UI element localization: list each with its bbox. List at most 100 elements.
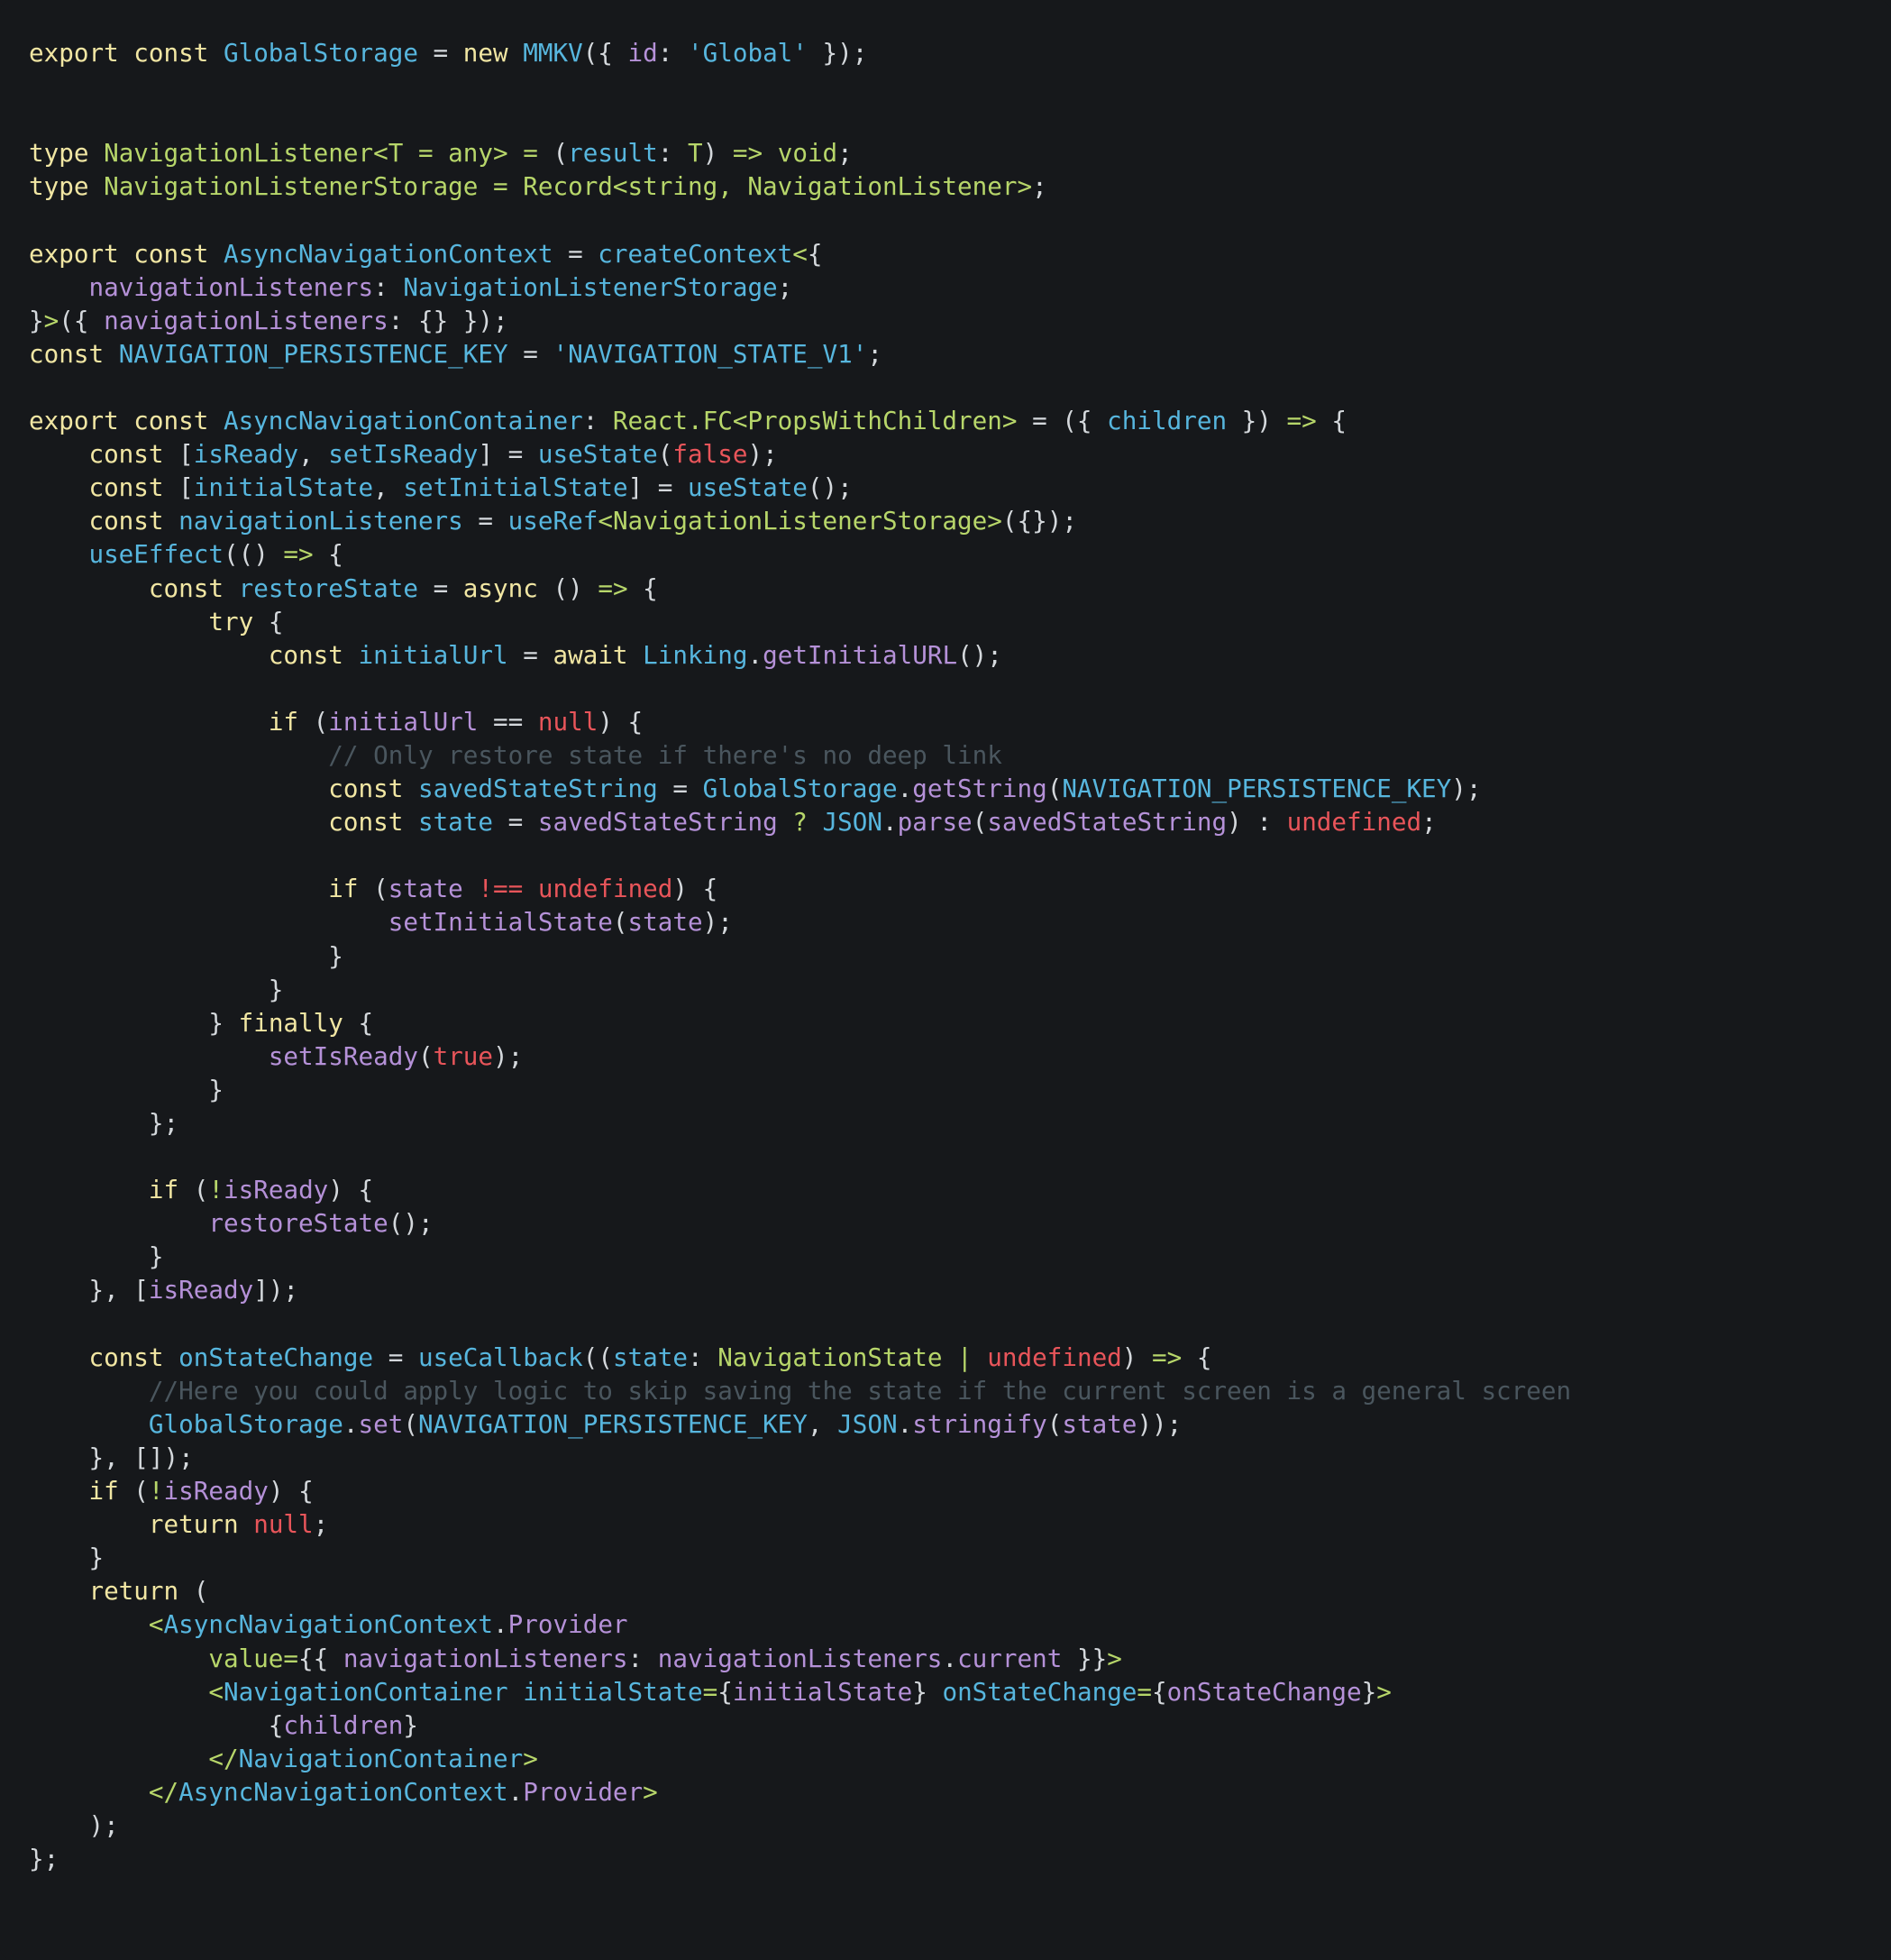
code-line: //Here you could apply logic to skip sav… <box>29 1374 1868 1407</box>
code-token: > <box>43 305 59 335</box>
code-block[interactable]: export const GlobalStorage = new MMKV({ … <box>29 36 1868 1875</box>
code-token: if <box>88 1476 134 1507</box>
code-token: Provider <box>523 1776 644 1807</box>
code-token: ! <box>208 1175 224 1205</box>
code-token: ; <box>313 1509 329 1540</box>
code-token: GlobalStorage <box>702 774 898 804</box>
code-token: (( <box>582 1342 613 1372</box>
code-token: NAVIGATION_PERSISTENCE_KEY <box>1062 774 1452 804</box>
code-line: <NavigationContainer initialState={initi… <box>29 1675 1868 1708</box>
code-token: </ <box>208 1743 239 1773</box>
code-token: useRef <box>507 506 598 536</box>
code-token: id <box>627 38 658 68</box>
code-token: = ({ <box>1017 406 1108 436</box>
code-line: value={{ navigationListeners: navigation… <box>29 1642 1868 1675</box>
code-token: if <box>148 1175 194 1205</box>
code-token: AsyncNavigationContext <box>178 1776 508 1807</box>
code-line: }>({ navigationListeners: {} }); <box>29 304 1868 337</box>
code-token: savedStateString <box>417 774 658 804</box>
code-token: 'NAVIGATION_STATE_V1' <box>553 338 868 369</box>
code-token: } <box>912 1676 943 1707</box>
code-token: ? <box>777 807 823 838</box>
code-token: => <box>598 572 628 603</box>
code-token: (() <box>223 539 284 570</box>
code-token: : <box>657 38 688 68</box>
code-editor[interactable]: export const GlobalStorage = new MMKV({ … <box>0 0 1891 1960</box>
code-token: ( <box>1046 774 1063 804</box>
code-token: : <box>373 271 404 302</box>
code-token: ( <box>972 807 988 838</box>
code-token: Linking <box>643 639 748 670</box>
code-token: } <box>29 1007 239 1038</box>
code-token: ( <box>193 1175 209 1205</box>
code-token: parse <box>897 807 973 838</box>
code-token: initialState <box>732 1676 913 1707</box>
code-token: AsyncNavigationContainer <box>223 406 583 436</box>
code-token: }, []); <box>29 1442 194 1472</box>
code-token: return <box>88 1576 194 1607</box>
code-token: < <box>208 1676 224 1707</box>
code-line: const savedStateString = GlobalStorage.g… <box>29 772 1868 805</box>
code-token: { <box>807 238 823 269</box>
code-token: if <box>328 874 374 904</box>
code-token: ); <box>493 1040 524 1071</box>
code-token: ( <box>313 706 329 737</box>
code-line: } <box>29 1073 1868 1106</box>
code-token: ( <box>657 439 673 470</box>
code-token: setIsReady <box>328 439 479 470</box>
code-line: </AsyncNavigationContext.Provider> <box>29 1775 1868 1809</box>
code-token: ({ <box>59 305 105 335</box>
code-token: 'Global' <box>688 38 808 68</box>
code-token: ; <box>1421 807 1437 838</box>
code-line: } finally { <box>29 1006 1868 1040</box>
code-token: NavigationState | <box>717 1342 988 1372</box>
code-token: set <box>358 1408 404 1439</box>
code-token: NavigationListenerStorage = Record<strin… <box>104 171 1033 202</box>
code-token: restoreState <box>238 572 418 603</box>
code-token: ; <box>837 138 853 169</box>
code-token: initialUrl <box>358 639 508 670</box>
code-token: setIsReady <box>268 1040 418 1071</box>
code-token: GlobalStorage <box>148 1408 343 1439</box>
code-token: { <box>29 1709 284 1740</box>
code-token: . <box>897 774 913 804</box>
code-line: if (initialUrl == null) { <box>29 705 1868 738</box>
code-token: export const <box>29 38 224 68</box>
code-token: setInitialState <box>388 907 613 938</box>
code-token: null <box>537 706 598 737</box>
code-line: // Only restore state if there's no deep… <box>29 738 1868 772</box>
code-token: const <box>88 506 179 536</box>
code-token: }; <box>29 1844 59 1874</box>
code-token: < <box>792 238 808 269</box>
code-token: async <box>462 572 553 603</box>
code-token: navigationListeners <box>88 271 374 302</box>
code-token: = <box>493 807 538 838</box>
code-token: isReady <box>163 1476 269 1507</box>
code-line: export const GlobalStorage = new MMKV({ … <box>29 36 1868 69</box>
code-token: const <box>88 439 179 470</box>
code-line: setIsReady(true); <box>29 1040 1868 1073</box>
code-token: { <box>268 606 284 637</box>
code-token: false <box>672 439 748 470</box>
code-token: NAVIGATION_PERSISTENCE_KEY <box>417 1408 808 1439</box>
code-token: ( <box>403 1408 418 1439</box>
code-token: <NavigationListenerStorage> <box>598 506 1002 536</box>
code-token: = <box>462 506 508 536</box>
code-token: = <box>373 1342 418 1372</box>
code-line: return null; <box>29 1507 1868 1541</box>
code-token: ); <box>747 439 778 470</box>
code-token: await <box>553 639 644 670</box>
code-token: const <box>268 639 359 670</box>
code-token: useCallback <box>417 1342 583 1372</box>
